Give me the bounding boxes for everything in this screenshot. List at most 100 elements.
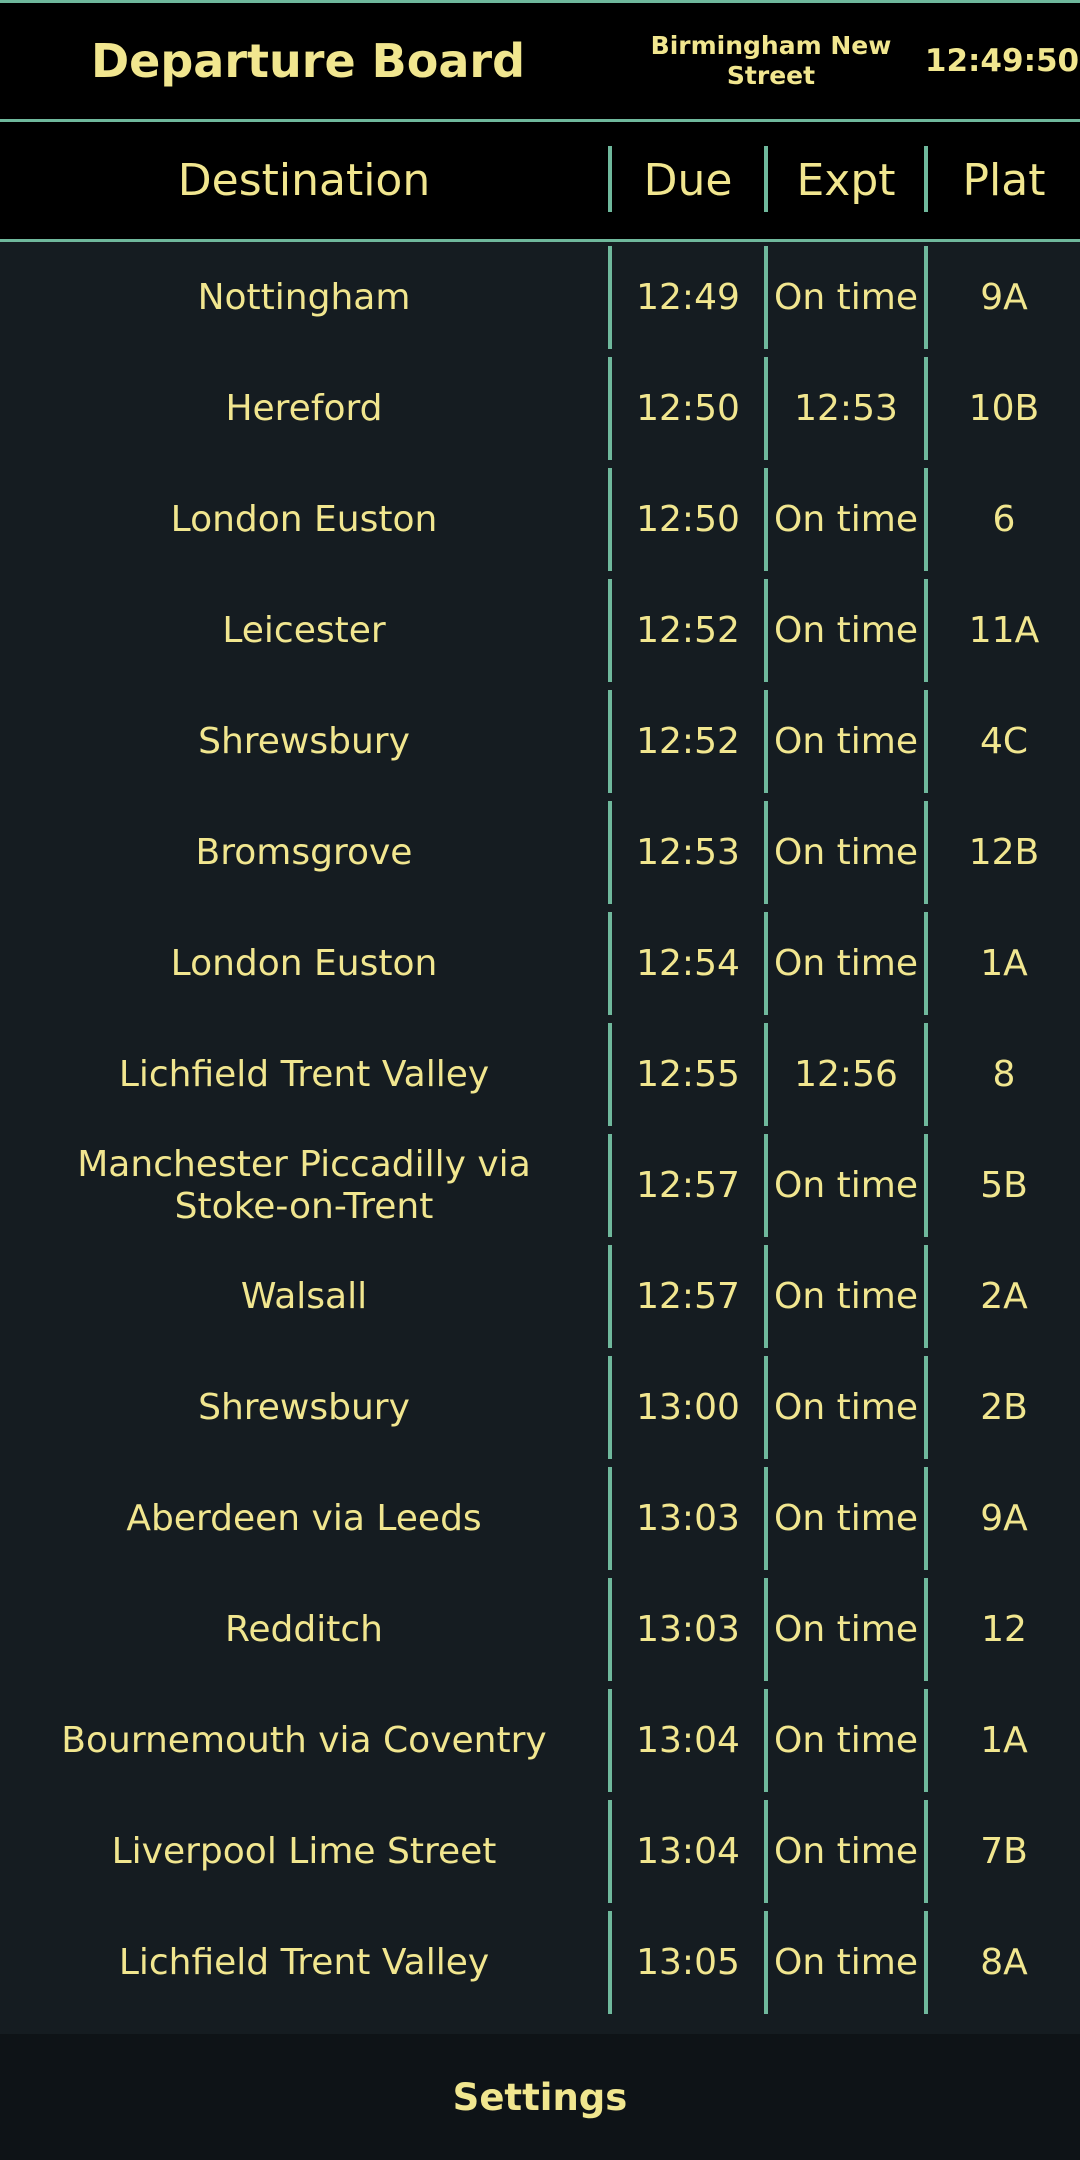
- expected-time-cell: On time: [774, 276, 918, 318]
- column-divider: [608, 1245, 612, 1348]
- expected-time-cell: On time: [774, 1830, 918, 1872]
- expected-time-cell: On time: [774, 609, 918, 651]
- due-time-cell: 12:49: [636, 276, 740, 318]
- column-divider: [608, 1356, 612, 1459]
- due-time-cell: 12:57: [636, 1164, 740, 1206]
- expected-time-cell: On time: [774, 1386, 918, 1428]
- expected-time-cell: On time: [774, 1275, 918, 1317]
- due-time-cell: 13:05: [636, 1941, 740, 1983]
- column-divider: [608, 468, 612, 571]
- destination-cell: Manchester Piccadilly via Stoke-on-Trent: [77, 1143, 531, 1227]
- column-divider: [924, 1023, 928, 1126]
- platform-cell: 5B: [980, 1164, 1028, 1206]
- column-divider: [608, 1134, 612, 1237]
- column-divider: [924, 690, 928, 793]
- departures-list: Nottingham 12:49 On time 9A Hereford 12:50 12:…: [0, 242, 1080, 2034]
- column-header-expected: Expt: [796, 155, 896, 206]
- platform-cell: 11A: [968, 609, 1040, 651]
- platform-cell: 2B: [980, 1386, 1028, 1428]
- destination-cell: Shrewsbury: [198, 1386, 410, 1428]
- destination-cell: London Euston: [170, 942, 438, 984]
- due-time-cell: 12:50: [636, 498, 740, 540]
- due-time-cell: 13:03: [636, 1608, 740, 1650]
- departure-board-app: Departure Board Birmingham New Street 12…: [0, 0, 1080, 2160]
- column-divider: [924, 468, 928, 571]
- departure-row: Lichfield Trent Valley 12:55 12:56 8: [0, 1019, 1080, 1130]
- column-divider: [924, 357, 928, 460]
- column-divider: [608, 1023, 612, 1126]
- expected-time-cell: On time: [774, 942, 918, 984]
- expected-time-cell: On time: [774, 720, 918, 762]
- destination-cell: London Euston: [170, 498, 438, 540]
- destination-cell: Shrewsbury: [198, 720, 410, 762]
- departure-row: Hereford 12:50 12:53 10B: [0, 353, 1080, 464]
- platform-cell: 1A: [980, 942, 1028, 984]
- platform-cell: 4C: [979, 720, 1029, 762]
- column-divider: [608, 690, 612, 793]
- column-divider: [924, 1911, 928, 2014]
- expected-time-cell: 12:53: [794, 387, 898, 429]
- destination-cell: Nottingham: [197, 276, 411, 318]
- destination-cell: Lichfield Trent Valley: [118, 1053, 490, 1095]
- column-divider: [924, 1134, 928, 1237]
- expected-time-cell: On time: [774, 1941, 918, 1983]
- column-divider: [608, 1800, 612, 1903]
- column-divider: [764, 1800, 768, 1903]
- departure-row: Manchester Piccadilly via Stoke-on-Trent…: [0, 1130, 1080, 1241]
- column-divider: [924, 1356, 928, 1459]
- departure-row: Redditch 13:03 On time 12: [0, 1574, 1080, 1685]
- destination-cell: Bournemouth via Coventry: [61, 1719, 547, 1761]
- due-time-cell: 13:04: [636, 1830, 740, 1872]
- column-divider: [764, 468, 768, 571]
- due-time-cell: 13:00: [636, 1386, 740, 1428]
- expected-time-cell: 12:56: [794, 1053, 898, 1095]
- column-divider: [764, 1134, 768, 1237]
- departure-row: Bournemouth via Coventry 13:04 On time 1A: [0, 1685, 1080, 1796]
- platform-cell: 9A: [980, 276, 1028, 318]
- column-divider: [608, 246, 612, 349]
- departure-row: Liverpool Lime Street 13:04 On time 7B: [0, 1796, 1080, 1907]
- column-divider: [608, 1689, 612, 1792]
- column-divider: [608, 579, 612, 682]
- destination-cell: Bromsgrove: [195, 831, 413, 873]
- column-divider: [608, 357, 612, 460]
- column-divider: [764, 1911, 768, 2014]
- column-divider: [924, 1245, 928, 1348]
- due-time-cell: 12:55: [636, 1053, 740, 1095]
- due-time-cell: 12:50: [636, 387, 740, 429]
- top-bar: Departure Board Birmingham New Street 12…: [0, 0, 1080, 122]
- platform-cell: 12: [981, 1608, 1027, 1650]
- column-divider: [608, 1467, 612, 1570]
- expected-time-cell: On time: [774, 1719, 918, 1761]
- column-divider: [608, 1911, 612, 2014]
- departure-row: Walsall 12:57 On time 2A: [0, 1241, 1080, 1352]
- platform-cell: 7B: [980, 1830, 1028, 1872]
- column-divider: [764, 246, 768, 349]
- column-divider: [924, 912, 928, 1015]
- column-divider: [924, 579, 928, 682]
- departure-row: Leicester 12:52 On time 11A: [0, 575, 1080, 686]
- column-divider: [764, 690, 768, 793]
- footer-bar: Settings: [0, 2034, 1080, 2160]
- column-header-due: Due: [643, 155, 733, 206]
- due-time-cell: 12:52: [636, 720, 740, 762]
- destination-cell: Liverpool Lime Street: [111, 1830, 497, 1872]
- platform-cell: 6: [992, 498, 1016, 540]
- due-time-cell: 12:57: [636, 1275, 740, 1317]
- platform-cell: 10B: [968, 387, 1040, 429]
- due-time-cell: 12:54: [636, 942, 740, 984]
- expected-time-cell: On time: [774, 1608, 918, 1650]
- column-divider: [924, 1689, 928, 1792]
- departure-row: Bromsgrove 12:53 On time 12B: [0, 797, 1080, 908]
- column-header-destination: Destination: [177, 155, 431, 206]
- column-divider: [924, 1578, 928, 1681]
- expected-time-cell: On time: [774, 831, 918, 873]
- column-header-row: Destination Due Expt Plat: [0, 122, 1080, 242]
- departure-row: Nottingham 12:49 On time 9A: [0, 242, 1080, 353]
- due-time-cell: 12:52: [636, 609, 740, 651]
- destination-cell: Lichfield Trent Valley: [118, 1941, 490, 1983]
- settings-button[interactable]: Settings: [453, 2076, 628, 2119]
- departure-row: London Euston 12:54 On time 1A: [0, 908, 1080, 1019]
- destination-cell: Leicester: [222, 609, 386, 651]
- column-divider: [764, 1467, 768, 1570]
